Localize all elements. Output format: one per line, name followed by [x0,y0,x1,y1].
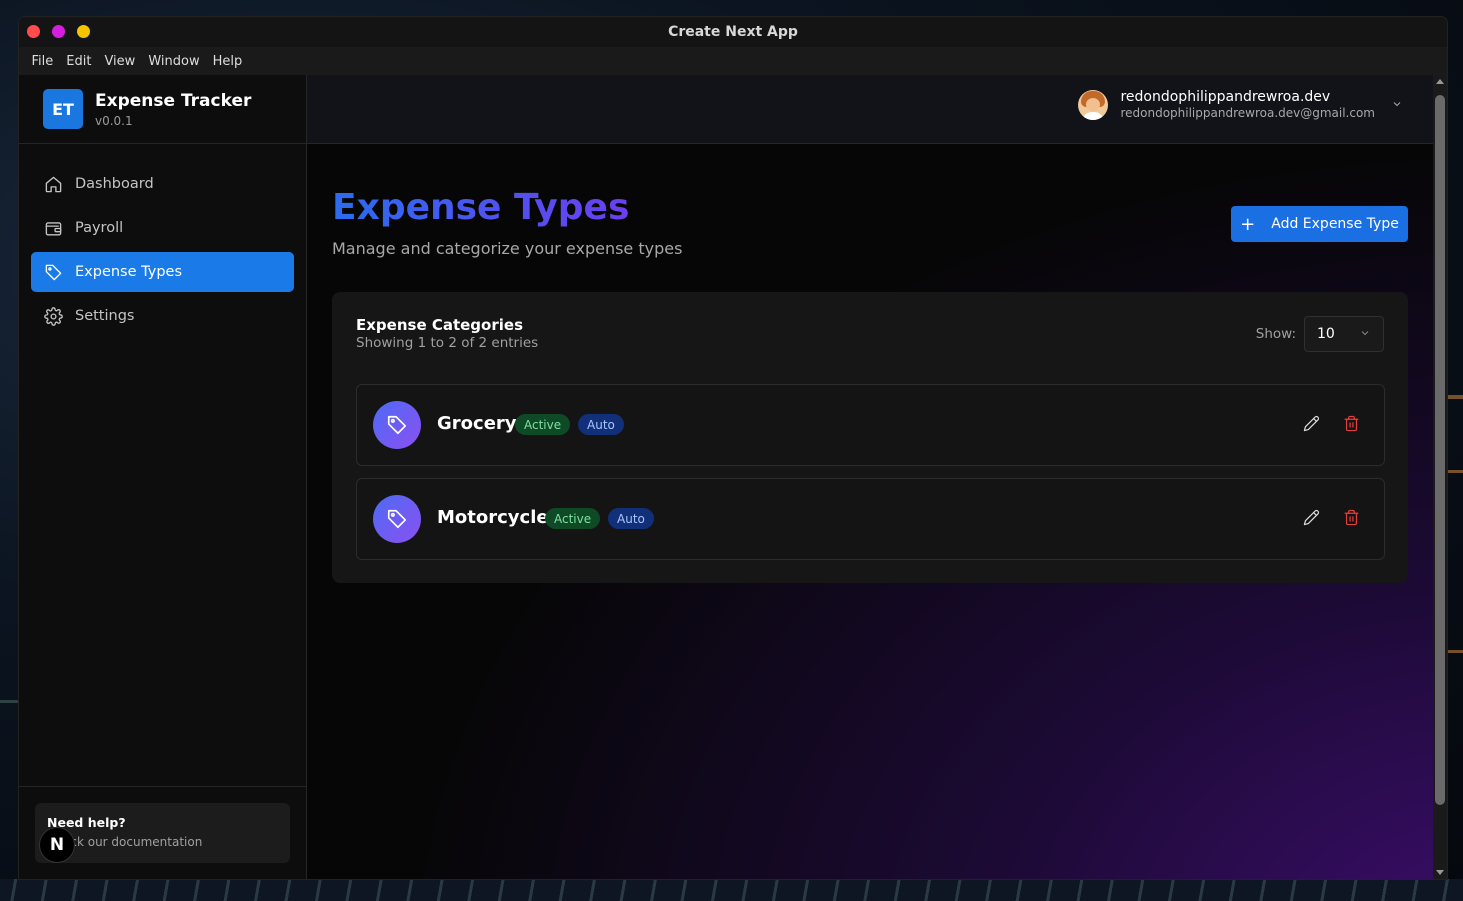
brand-name: Expense Tracker [95,90,252,111]
page-size-value: 10 [1317,326,1335,342]
scroll-thumb[interactable] [1435,95,1445,805]
home-icon [43,174,63,194]
expense-type-name: Grocery [437,413,517,434]
scroll-up-arrow-icon[interactable] [1436,79,1444,84]
entries-summary: Showing 1 to 2 of 2 entries [356,335,539,351]
menu-bar: File Edit View Window Help [19,47,1447,75]
status-badge: Active [545,508,601,529]
gear-icon [43,306,63,326]
sidebar-item-dashboard[interactable]: Dashboard [31,164,294,204]
edit-icon[interactable] [1303,415,1320,436]
add-expense-type-button[interactable]: + Add Expense Type [1231,206,1408,242]
tag-icon [373,495,421,543]
tag-icon [373,401,421,449]
list-item: Motorcycle Active Auto [356,478,1385,560]
nextjs-dev-badge[interactable]: N [39,827,75,863]
scroll-down-arrow-icon[interactable] [1436,870,1444,875]
sidebar-item-label: Settings [75,308,135,324]
help-card[interactable]: Need help? Check our documentation [35,803,290,863]
wallet-icon [43,218,63,238]
menu-view[interactable]: View [98,54,142,69]
user-email: redondophilippandrewroa.dev@gmail.com [1120,106,1375,120]
main-content: redondophilippandrewroa.dev redondophili… [307,75,1433,879]
menu-window[interactable]: Window [142,54,206,69]
brand-version: v0.0.1 [95,113,133,128]
mode-badge: Auto [578,414,624,435]
chevron-down-icon [1359,327,1371,343]
menu-edit[interactable]: Edit [60,54,98,69]
title-bar: Create Next App [19,17,1447,47]
user-name: redondophilippandrewroa.dev [1120,89,1331,105]
minimize-window-button[interactable] [52,25,65,38]
help-area: Need help? Check our documentation N [19,786,306,879]
expense-type-name: Motorcycle [437,507,549,528]
plus-icon: + [1240,213,1256,235]
show-label: Show: [1255,326,1296,342]
expense-categories-card: Expense Categories Showing 1 to 2 of 2 e… [332,292,1408,583]
menu-file[interactable]: File [25,54,60,69]
mode-badge: Auto [608,508,654,529]
sidebar: ET Expense Tracker v0.0.1 Dashboard Payr… [19,75,307,879]
window-controls [27,25,90,38]
trash-icon[interactable] [1343,415,1360,436]
list-item: Grocery Active Auto [356,384,1385,466]
scrollbar[interactable] [1433,75,1447,879]
app-window: Create Next App File Edit View Window He… [19,17,1447,879]
help-title: Need help? [47,815,126,830]
brand: ET Expense Tracker v0.0.1 [19,75,306,144]
avatar [1078,89,1109,120]
sidebar-item-label: Payroll [75,220,124,236]
add-expense-type-label: Add Expense Type [1271,216,1399,232]
edit-icon[interactable] [1303,509,1320,530]
window-title: Create Next App [668,24,798,40]
status-badge: Active [515,414,571,435]
sidebar-item-settings[interactable]: Settings [31,296,294,336]
page-subtitle: Manage and categorize your expense types [332,239,683,258]
top-bar: redondophilippandrewroa.dev redondophili… [307,75,1433,144]
card-title: Expense Categories [356,316,523,334]
sidebar-nav: Dashboard Payroll Expense Types Settings [19,144,306,360]
app-body: ET Expense Tracker v0.0.1 Dashboard Payr… [19,75,1433,879]
trash-icon[interactable] [1343,509,1360,530]
brand-logo: ET [43,89,83,129]
user-menu[interactable]: redondophilippandrewroa.dev redondophili… [1078,89,1403,120]
sidebar-item-payroll[interactable]: Payroll [31,208,294,248]
chevron-down-icon[interactable] [1391,95,1403,114]
help-text: Check our documentation [47,835,203,849]
sidebar-item-label: Dashboard [75,176,154,192]
close-window-button[interactable] [27,25,40,38]
sidebar-item-expense-types[interactable]: Expense Types [31,252,294,292]
sidebar-item-label: Expense Types [75,264,183,280]
page-size-select[interactable]: 10 [1304,316,1384,352]
maximize-window-button[interactable] [77,25,90,38]
page-title: Expense Types [332,187,630,228]
tag-icon [43,262,63,282]
menu-help[interactable]: Help [206,54,249,69]
